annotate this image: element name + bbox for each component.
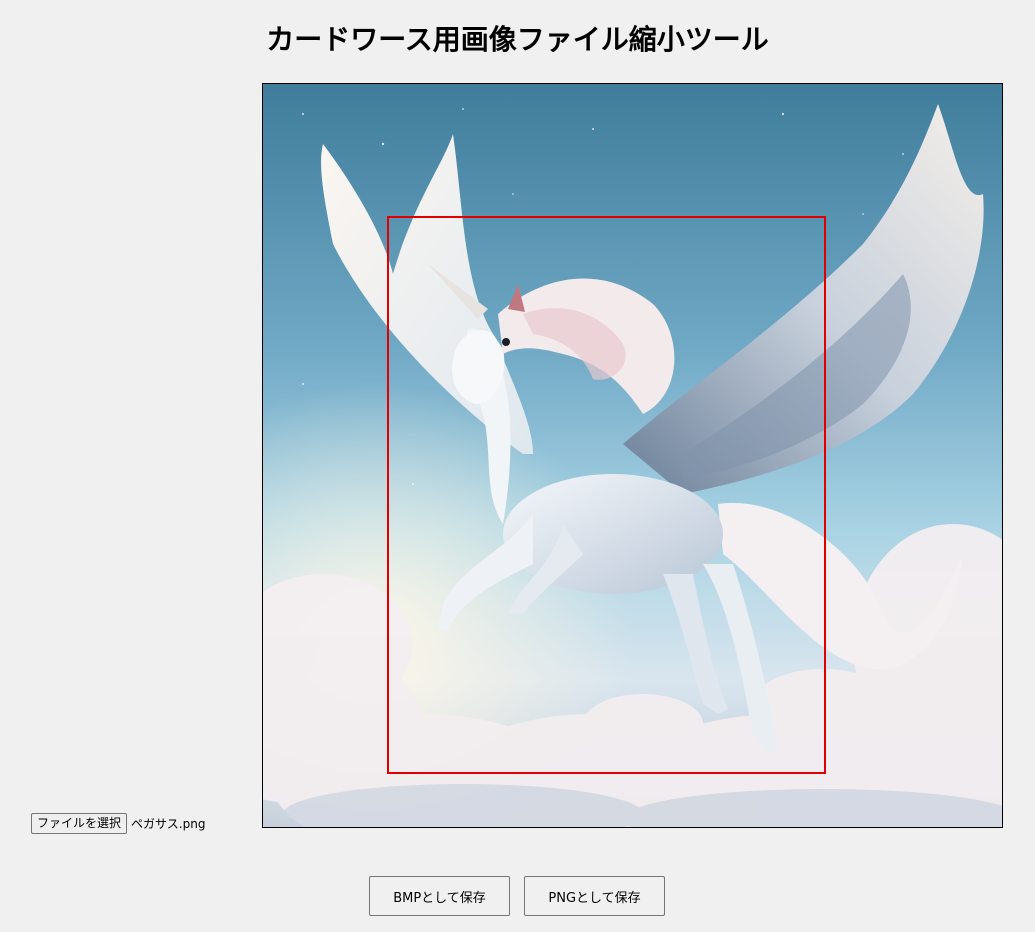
tool-page: カードワース用画像ファイル縮小ツール ファイルを選択 ペガサス.png BMPと… [0,0,1035,932]
page-title: カードワース用画像ファイル縮小ツール [266,23,769,56]
pegasus-image [263,84,1002,827]
file-input-row: ファイルを選択 ペガサス.png [31,813,205,834]
save-png-button[interactable]: PNGとして保存 [524,876,665,916]
save-button-row: BMPとして保存 PNGとして保存 [369,876,665,916]
selected-file-name: ペガサス.png [131,817,206,831]
save-bmp-button[interactable]: BMPとして保存 [369,876,510,916]
choose-file-button[interactable]: ファイルを選択 [31,813,128,834]
image-preview-canvas[interactable] [262,83,1003,828]
